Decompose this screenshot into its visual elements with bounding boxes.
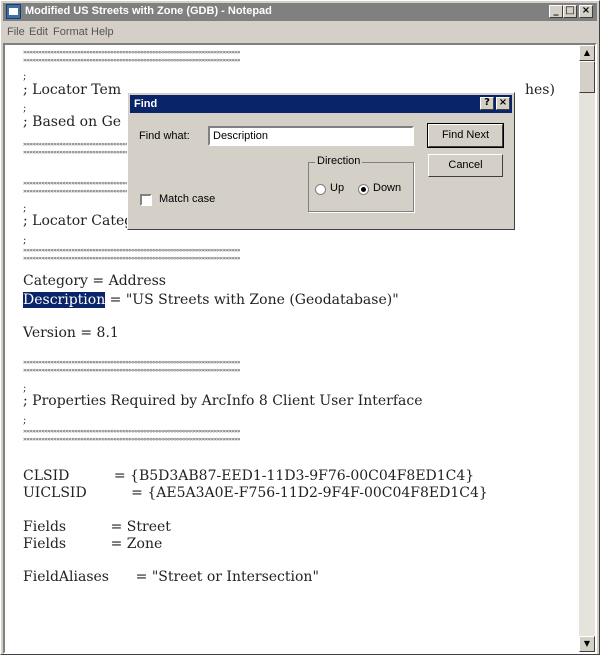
- menu-help[interactable]: Help: [91, 26, 114, 38]
- dialog-close-button[interactable]: ×: [496, 97, 510, 110]
- find-dialog: Find ? × Find what: Description Find Nex…: [127, 92, 515, 230]
- dotted-separator: »»»»»»»»»»»»»»»»»»»»»»»»»»»»»»»»»»»»»»»»…: [23, 57, 240, 64]
- semicolon-line: ;: [23, 71, 27, 82]
- vertical-scrollbar[interactable]: ▲ ▼: [579, 45, 595, 652]
- locator-template-line-start: ; Locator Tem: [23, 82, 122, 98]
- locator-template-line-end: hes): [525, 82, 555, 98]
- menu-bar: File Edit Format Help: [3, 23, 597, 41]
- minimize-button[interactable]: _: [549, 5, 563, 18]
- semicolon-line: ;: [23, 103, 27, 114]
- dotted-separator: »»»»»»»»»»»»»»»»»»»»»»»»»»»»»»»»»»»»»»»»…: [23, 247, 240, 254]
- version-line: Version = 8.1: [23, 325, 119, 341]
- dotted-separator: »»»»»»»»»»»»»»»»»»»»»»»»»»»»»»»»»»»»»»»»…: [23, 367, 240, 374]
- properties-line: ; Properties Required by ArcInfo 8 Clien…: [23, 393, 423, 409]
- notepad-app-icon: [6, 4, 21, 19]
- clsid-line: CLSID = {B5D3AB87-EED1-11D3-9F76-00C04F8…: [23, 468, 475, 484]
- window-title: Modified US Streets with Zone (GDB) - No…: [25, 5, 272, 17]
- scroll-down-button[interactable]: ▼: [579, 636, 595, 652]
- dotted-separator: »»»»»»»»»»»»»»»»»»»»»»»»»»»»»»»»»»»»»»»»…: [23, 428, 240, 435]
- menu-format[interactable]: Format: [53, 26, 88, 38]
- category-line: Category = Address: [23, 273, 166, 289]
- fields-street-line: Fields = Street: [23, 519, 171, 535]
- semicolon-line: ;: [23, 235, 27, 246]
- find-dialog-title-bar[interactable]: Find ? ×: [130, 95, 512, 113]
- menu-file[interactable]: File: [7, 26, 25, 38]
- dotted-separator: »»»»»»»»»»»»»»»»»»»»»»»»»»»»»»»»»»»»»»»»…: [23, 49, 240, 56]
- scroll-thumb[interactable]: [579, 61, 595, 93]
- help-button[interactable]: ?: [480, 97, 494, 110]
- scroll-up-button[interactable]: ▲: [579, 45, 595, 61]
- find-what-label: Find what:: [139, 130, 190, 142]
- search-match-highlight: Description: [23, 292, 106, 308]
- find-dialog-title: Find: [134, 98, 158, 110]
- fields-zone-line: Fields = Zone: [23, 536, 163, 552]
- uiclsid-line: UICLSID = {AE5A3A0E-F756-11D2-9F4F-00C04…: [23, 485, 488, 501]
- direction-down-label: Down: [373, 182, 402, 194]
- direction-group: Direction Up Down: [308, 155, 414, 212]
- direction-label: Direction: [315, 155, 363, 167]
- description-line: Description = "US Streets with Zone (Geo…: [23, 292, 399, 308]
- description-value: = "US Streets with Zone (Geodatabase)": [105, 292, 399, 308]
- based-on-line: ; Based on Ge: [23, 114, 122, 130]
- dotted-separator: »»»»»»»»»»»»»»»»»»»»»»»»»»»»»»»»»»»»»»»»…: [23, 255, 240, 262]
- menu-edit[interactable]: Edit: [29, 26, 48, 38]
- dotted-separator: »»»»»»»»»»»»»»»»»»»»»»»»»»»»»»»»»»»»»»»»…: [23, 359, 240, 366]
- direction-up-radio[interactable]: [315, 184, 326, 195]
- find-next-button[interactable]: Find Next: [427, 123, 504, 148]
- title-bar[interactable]: Modified US Streets with Zone (GDB) - No…: [3, 3, 597, 21]
- dotted-separator: »»»»»»»»»»»»»»»»»»»»»»»»»»»»»»»»»»»»»»»»…: [23, 436, 240, 443]
- field-aliases-line: FieldAliases = "Street or Intersection": [23, 569, 319, 585]
- maximize-button[interactable]: □: [563, 5, 577, 18]
- direction-down-radio[interactable]: [358, 184, 369, 195]
- find-what-input[interactable]: Description: [208, 126, 414, 146]
- match-case-checkbox[interactable]: [140, 194, 152, 206]
- semicolon-line: ;: [23, 415, 27, 426]
- direction-up-label: Up: [330, 182, 345, 194]
- match-case-label: Match case: [159, 193, 216, 205]
- close-button[interactable]: ×: [579, 5, 593, 18]
- cancel-button[interactable]: Cancel: [428, 154, 503, 177]
